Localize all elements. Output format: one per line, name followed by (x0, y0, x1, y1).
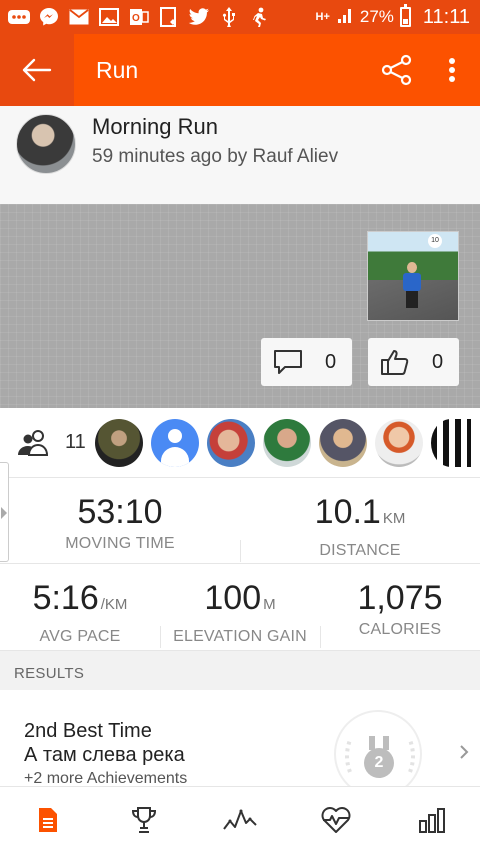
run-icon (248, 7, 270, 27)
distance-label: DISTANCE (319, 542, 401, 559)
achievement-row[interactable]: 2nd Best Time А там слева река +2 more A… (0, 690, 480, 798)
nav-heart-rate[interactable] (288, 787, 384, 853)
activity-header: Morning Run 59 minutes ago by Rauf Aliev (0, 106, 480, 204)
signal-icon (336, 5, 354, 30)
trophy-icon (131, 807, 157, 833)
status-bar: O H+ 27% 11:11 (0, 0, 480, 34)
calories-label: CALORIES (358, 621, 442, 638)
svg-text:O: O (132, 13, 140, 24)
splits-icon (419, 808, 445, 833)
activity-title: Morning Run (92, 114, 218, 139)
default-avatar-icon[interactable] (151, 418, 199, 467)
distance-unit: KM (382, 510, 406, 527)
share-icon (381, 54, 412, 86)
achievement-title: 2nd Best Time (24, 720, 152, 742)
results-section-header: RESULTS (0, 650, 480, 690)
activity-subtitle: 59 minutes ago by Rauf Aliev (92, 146, 339, 167)
overview-icon (39, 808, 57, 832)
elevation-value: 100 (204, 579, 262, 617)
moving-time-label: MOVING TIME (65, 535, 175, 552)
athlete-avatar[interactable] (431, 418, 471, 467)
nav-overview[interactable] (0, 787, 96, 853)
athlete-avatar[interactable] (319, 418, 367, 467)
bottom-navigation (0, 786, 480, 853)
network-type: H+ (315, 11, 330, 23)
kudos-count: 0 (432, 350, 444, 373)
messenger-icon (38, 7, 60, 27)
office-icon: O (128, 7, 150, 27)
thumbs-up-icon (381, 350, 409, 375)
battery-percent: 27% (359, 7, 394, 26)
group-athletes-row[interactable]: 11 (0, 408, 480, 478)
runner-figure (402, 262, 422, 308)
results-label: RESULTS (14, 665, 85, 682)
nav-splits[interactable] (384, 787, 480, 853)
nav-analysis[interactable] (192, 787, 288, 853)
avg-pace-value: 5:16 (32, 579, 99, 617)
twitter-icon (188, 7, 210, 27)
kudos-button[interactable]: 0 (368, 338, 459, 386)
medal-icon: 2 (334, 710, 422, 798)
comment-button[interactable]: 0 (261, 338, 352, 386)
medal-rank: 2 (364, 748, 394, 778)
group-icon (16, 428, 52, 458)
moving-time-stat: 53:10 MOVING TIME (0, 492, 240, 553)
tasks-icon (158, 7, 180, 27)
avg-pace-unit: /KM (100, 596, 128, 613)
comment-count: 0 (325, 350, 337, 373)
segment-name: А там слева река (24, 744, 185, 766)
overflow-menu-button[interactable] (432, 45, 472, 95)
image-icon (98, 7, 120, 27)
athlete-avatar[interactable] (95, 418, 143, 467)
mail-icon (68, 7, 90, 27)
clock: 11:11 (422, 5, 470, 28)
analysis-icon (223, 809, 257, 830)
share-button[interactable] (372, 45, 422, 95)
athlete-avatar-list (95, 418, 471, 467)
avg-pace-label: AVG PACE (39, 628, 121, 645)
athlete-avatar[interactable] (207, 418, 255, 467)
nav-achievements[interactable] (96, 787, 192, 853)
page-title: Run (96, 56, 139, 83)
battery-icon (399, 4, 411, 27)
comment-icon (274, 350, 302, 374)
activity-stats: 53:10 MOVING TIME 10.1 KM DISTANCE 5:16/K… (0, 478, 480, 650)
athlete-avatar[interactable] (375, 418, 423, 467)
distance-value: 10.1 (314, 493, 381, 531)
heart-rate-icon (321, 807, 351, 833)
elevation-label: ELEVATION GAIN (173, 628, 307, 645)
athlete-avatar[interactable] (263, 418, 311, 467)
activity-photo[interactable]: 10 (367, 231, 459, 321)
elevation-unit: M (263, 596, 276, 613)
calories-stat: 1,075 CALORIES (320, 578, 480, 639)
athlete-avatar[interactable] (16, 114, 76, 174)
usb-icon (218, 7, 240, 27)
avg-pace-stat: 5:16/KM AVG PACE (0, 578, 160, 646)
more-icon (8, 7, 30, 27)
back-button[interactable] (0, 34, 74, 106)
arrow-left-icon (22, 58, 52, 82)
calories-value: 1,075 (357, 579, 443, 617)
elevation-stat: 100 M ELEVATION GAIN (160, 578, 320, 646)
side-drawer-handle[interactable] (0, 462, 9, 562)
distance-stat: 10.1 KM DISTANCE (240, 492, 480, 560)
race-bib-badge: 10 (428, 234, 442, 248)
athletes-count: 11 (65, 431, 86, 453)
chevron-right-icon (460, 745, 469, 759)
app-bar: Run (0, 34, 480, 106)
moving-time-value: 53:10 (77, 493, 163, 531)
more-vert-icon (449, 58, 455, 82)
activity-map[interactable]: 10 0 0 (0, 204, 480, 408)
